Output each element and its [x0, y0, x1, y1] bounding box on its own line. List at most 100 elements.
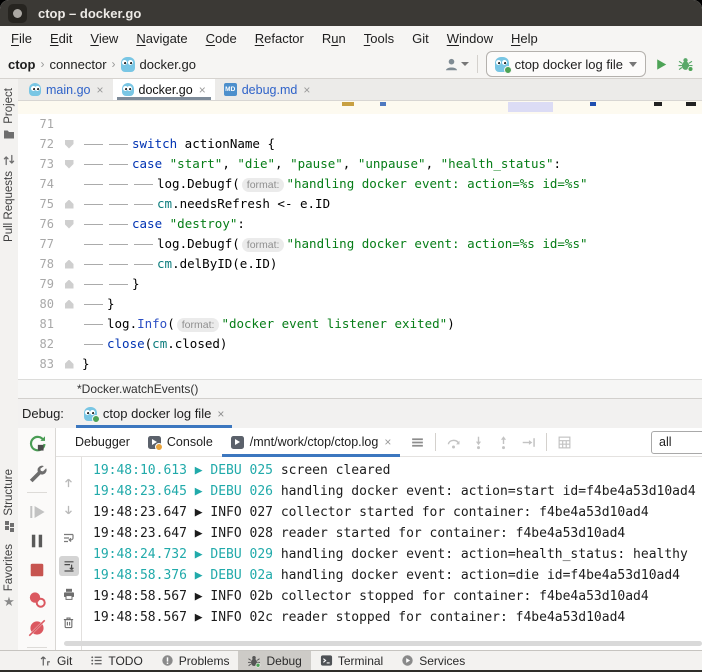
- gutter-fold-area[interactable]: [56, 274, 82, 294]
- step-into-icon[interactable]: [471, 435, 486, 450]
- code-line[interactable]: 79}: [18, 274, 702, 294]
- fold-marker-icon[interactable]: [65, 360, 74, 369]
- line-number[interactable]: 84: [18, 374, 56, 379]
- code-line[interactable]: 81log.Info(format:"docker event listener…: [18, 314, 702, 334]
- step-out-icon[interactable]: [496, 435, 511, 450]
- statusbar-item-git[interactable]: Git: [30, 651, 81, 670]
- gutter-fold-area[interactable]: [56, 134, 82, 154]
- close-icon[interactable]: ×: [303, 83, 310, 97]
- run-configuration-select[interactable]: ctop docker log file: [486, 51, 646, 77]
- gutter-fold-area[interactable]: [56, 154, 82, 174]
- fold-marker-icon[interactable]: [65, 280, 74, 289]
- fold-marker-icon[interactable]: [65, 220, 74, 229]
- tab-debugger[interactable]: Debugger: [66, 428, 139, 456]
- gutter-fold-area[interactable]: [56, 194, 82, 214]
- run-button[interactable]: [654, 57, 669, 72]
- breadcrumb-file[interactable]: docker.go: [140, 57, 196, 72]
- line-number[interactable]: 74: [18, 174, 56, 194]
- line-number[interactable]: 82: [18, 334, 56, 354]
- gutter-fold-area[interactable]: [56, 334, 82, 354]
- menu-item-navigate[interactable]: Navigate: [127, 28, 196, 49]
- current-function-breadcrumb[interactable]: *Docker.watchEvents(): [77, 382, 198, 396]
- gutter-fold-area[interactable]: [56, 234, 82, 254]
- line-number[interactable]: 76: [18, 214, 56, 234]
- pause-icon[interactable]: [27, 531, 47, 551]
- resume-icon[interactable]: [27, 502, 47, 522]
- gutter-fold-area[interactable]: [56, 314, 82, 334]
- sidebar-item-favorites[interactable]: Favorites ★: [3, 544, 15, 608]
- debug-button[interactable]: [677, 56, 694, 72]
- code-line[interactable]: 75cm.needsRefresh <- e.ID: [18, 194, 702, 214]
- profile-menu-button[interactable]: [444, 57, 469, 72]
- next-occurrence-button[interactable]: [59, 500, 79, 520]
- menu-item-edit[interactable]: Edit: [41, 28, 81, 49]
- menu-item-refactor[interactable]: Refactor: [246, 28, 313, 49]
- tab-docker-go[interactable]: docker.go ×: [113, 79, 215, 100]
- settings-wrench-icon[interactable]: [27, 463, 47, 483]
- menu-item-code[interactable]: Code: [197, 28, 246, 49]
- statusbar-item-terminal[interactable]: Terminal: [311, 651, 392, 670]
- code-line[interactable]: 71: [18, 114, 702, 134]
- menu-item-window[interactable]: Window: [438, 28, 502, 49]
- sidebar-item-pull-requests[interactable]: Pull Requests: [3, 154, 15, 242]
- tab-log-file[interactable]: /mnt/work/ctop/ctop.log ×: [222, 428, 401, 456]
- fold-marker-icon[interactable]: [65, 300, 74, 309]
- code-line[interactable]: 80}: [18, 294, 702, 314]
- sidebar-item-structure[interactable]: Structure: [3, 469, 15, 530]
- code-editor[interactable]: 7172switch actionName {73case "start", "…: [18, 101, 702, 379]
- line-number[interactable]: 72: [18, 134, 56, 154]
- gutter-fold-area[interactable]: [56, 374, 82, 379]
- code-line[interactable]: 84: [18, 374, 702, 379]
- menu-item-view[interactable]: View: [81, 28, 127, 49]
- fold-marker-icon[interactable]: [65, 140, 74, 149]
- code-line[interactable]: 73case "start", "die", "pause", "unpause…: [18, 154, 702, 174]
- sidebar-item-project[interactable]: Project: [3, 88, 15, 140]
- line-number[interactable]: 78: [18, 254, 56, 274]
- tab-main-go[interactable]: main.go ×: [20, 79, 113, 100]
- fold-marker-icon[interactable]: [65, 260, 74, 269]
- prev-occurrence-button[interactable]: [59, 472, 79, 492]
- close-icon[interactable]: ×: [199, 83, 206, 97]
- code-line[interactable]: 77log.Debugf(format:"handling docker eve…: [18, 234, 702, 254]
- window-menu-button[interactable]: [8, 4, 27, 23]
- code-line[interactable]: 83}: [18, 354, 702, 374]
- view-breakpoints-icon[interactable]: [27, 589, 47, 609]
- line-number[interactable]: 81: [18, 314, 56, 334]
- breadcrumb-project[interactable]: ctop: [8, 57, 35, 72]
- code-line[interactable]: 78cm.delByID(e.ID): [18, 254, 702, 274]
- stop-icon[interactable]: [27, 560, 47, 580]
- line-number[interactable]: 71: [18, 114, 56, 134]
- gutter-fold-area[interactable]: [56, 354, 82, 374]
- mute-breakpoints-icon[interactable]: [27, 618, 47, 638]
- statusbar-item-debug[interactable]: Debug: [238, 651, 310, 670]
- log-filter-select[interactable]: all: [651, 431, 702, 454]
- menu-item-run[interactable]: Run: [313, 28, 355, 49]
- evaluate-expression-icon[interactable]: [557, 435, 572, 450]
- line-number[interactable]: 83: [18, 354, 56, 374]
- code-line[interactable]: 72switch actionName {: [18, 134, 702, 154]
- gutter-fold-area[interactable]: [56, 214, 82, 234]
- statusbar-item-services[interactable]: Services: [392, 651, 474, 670]
- gutter-fold-area[interactable]: [56, 294, 82, 314]
- gutter-fold-area[interactable]: [56, 254, 82, 274]
- print-button[interactable]: [59, 584, 79, 604]
- line-number[interactable]: 79: [18, 274, 56, 294]
- breadcrumb-package[interactable]: connector: [49, 57, 106, 72]
- code-line[interactable]: 82close(cm.closed): [18, 334, 702, 354]
- code-line[interactable]: 74log.Debugf(format:"handling docker eve…: [18, 174, 702, 194]
- line-number[interactable]: 77: [18, 234, 56, 254]
- gutter-fold-area[interactable]: [56, 114, 82, 134]
- close-icon[interactable]: ×: [96, 83, 103, 97]
- tab-console[interactable]: Console: [139, 428, 222, 456]
- menu-item-tools[interactable]: Tools: [355, 28, 403, 49]
- scroll-to-end-button[interactable]: [59, 556, 79, 576]
- menu-item-help[interactable]: Help: [502, 28, 547, 49]
- gutter-fold-area[interactable]: [56, 174, 82, 194]
- layout-settings-icon[interactable]: [410, 435, 425, 450]
- clear-all-button[interactable]: [59, 612, 79, 632]
- close-icon[interactable]: ×: [217, 407, 224, 421]
- fold-marker-icon[interactable]: [65, 160, 74, 169]
- close-icon[interactable]: ×: [384, 435, 391, 449]
- tab-debug-md[interactable]: MD debug.md ×: [215, 79, 320, 100]
- line-number[interactable]: 73: [18, 154, 56, 174]
